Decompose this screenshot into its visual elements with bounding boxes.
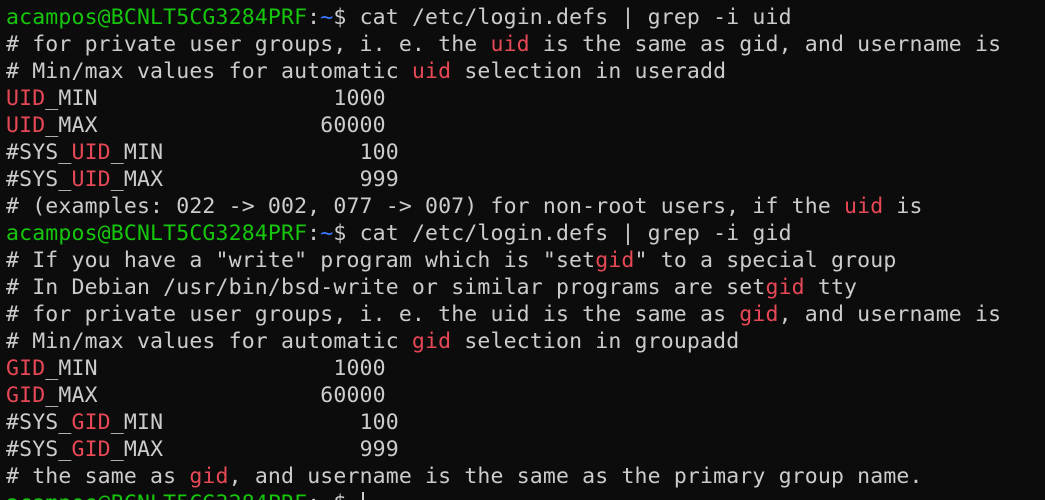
output-text: _MIN 1000 (45, 356, 386, 381)
output-text: $ cat /etc/login.defs | grep -i gid (333, 221, 792, 246)
output-text: selection in useradd (451, 59, 727, 84)
output-text: #SYS_ (6, 437, 72, 462)
output-text: : (307, 5, 321, 30)
terminal-line: # Min/max values for automatic gid selec… (6, 328, 739, 355)
output-text: # for private user groups, i. e. the uid… (6, 302, 740, 327)
terminal-line: # If you have a "write" program which is… (6, 247, 896, 274)
output-text: # for private user groups, i. e. the (6, 32, 491, 57)
terminal-line: # In Debian /usr/bin/bsd-write or simila… (6, 274, 857, 301)
terminal-line: #SYS_GID_MAX 999 (6, 436, 399, 463)
output-text: _MAX 60000 (45, 113, 386, 138)
output-text: $ (333, 491, 359, 500)
prompt-path: ~ (320, 5, 334, 30)
output-text: # Min/max values for automatic (6, 59, 412, 84)
output-text: # If you have a "write" program which is… (6, 248, 596, 273)
output-text: is (883, 194, 923, 219)
grep-match: gid (765, 275, 805, 300)
output-text: selection in groupadd (451, 329, 740, 354)
grep-match: gid (739, 302, 779, 327)
output-text: #SYS_ (6, 410, 72, 435)
prompt-path: ~ (320, 221, 334, 246)
grep-match: uid (411, 59, 452, 84)
terminal-line: # (examples: 022 -> 002, 077 -> 007) for… (6, 193, 923, 220)
grep-match: gid (411, 329, 452, 354)
grep-match: UID (6, 86, 46, 111)
prompt-user-host: acampos@BCNLT5CG3284PRF (6, 491, 307, 500)
output-text: # In Debian /usr/bin/bsd-write or simila… (6, 275, 766, 300)
output-text: #SYS_ (6, 140, 72, 165)
output-text: , and username is (778, 302, 1002, 327)
terminal-line: # for private user groups, i. e. the uid… (6, 31, 1001, 58)
text-cursor (361, 492, 364, 500)
prompt-path: ~ (320, 491, 333, 500)
terminal-line: acampos@BCNLT5CG3284PRF:~$ cat /etc/logi… (6, 220, 792, 247)
terminal-line: UID_MAX 60000 (6, 112, 386, 139)
prompt-line: acampos@BCNLT5CG3284PRF:~$ (6, 490, 364, 500)
output-text: $ cat /etc/login.defs | grep -i uid (333, 5, 792, 30)
terminal-line: # the same as gid, and username is the s… (6, 463, 923, 490)
output-text: , and username is the same as the primar… (228, 464, 923, 489)
output-text: _MIN 100 (110, 410, 399, 435)
grep-match: gid (189, 464, 229, 489)
output-text: : (307, 491, 320, 500)
grep-match: UID (71, 167, 111, 192)
output-text: " to a special group (634, 248, 897, 273)
output-text: # the same as (6, 464, 190, 489)
output-text: _MAX 999 (110, 167, 399, 192)
grep-match: gid (595, 248, 635, 273)
terminal-line: # for private user groups, i. e. the uid… (6, 301, 1001, 328)
output-text: _MIN 100 (110, 140, 399, 165)
output-text: #SYS_ (6, 167, 72, 192)
output-text: is the same as gid, and username is (529, 32, 1002, 57)
terminal-line: #SYS_GID_MIN 100 (6, 409, 399, 436)
prompt-user-host: acampos@BCNLT5CG3284PRF (6, 5, 308, 30)
grep-match: uid (844, 194, 884, 219)
output-text: # (examples: 022 -> 002, 077 -> 007) for… (6, 194, 845, 219)
terminal-line: #SYS_UID_MAX 999 (6, 166, 399, 193)
terminal-line: acampos@BCNLT5CG3284PRF:~$ cat /etc/logi… (6, 4, 792, 31)
output-text: _MAX 999 (110, 437, 399, 462)
prompt-user-host: acampos@BCNLT5CG3284PRF (6, 221, 308, 246)
grep-match: GID (6, 356, 46, 381)
grep-match: GID (71, 437, 111, 462)
terminal-line: UID_MIN 1000 (6, 85, 386, 112)
output-text: # Min/max values for automatic (6, 329, 412, 354)
output-text: tty (804, 275, 858, 300)
grep-match: UID (6, 113, 46, 138)
output-text: : (307, 221, 321, 246)
grep-match: UID (71, 140, 111, 165)
terminal-line: #SYS_UID_MIN 100 (6, 139, 399, 166)
terminal-line: GID_MIN 1000 (6, 355, 386, 382)
grep-match: GID (71, 410, 111, 435)
output-text: _MIN 1000 (45, 86, 386, 111)
grep-match: GID (6, 383, 46, 408)
terminal-window[interactable]: acampos@BCNLT5CG3284PRF:~$ cat /etc/logi… (0, 0, 1045, 500)
grep-match: uid (490, 32, 530, 57)
output-text: _MAX 60000 (45, 383, 386, 408)
terminal-line: # Min/max values for automatic uid selec… (6, 58, 726, 85)
terminal-line: GID_MAX 60000 (6, 382, 386, 409)
